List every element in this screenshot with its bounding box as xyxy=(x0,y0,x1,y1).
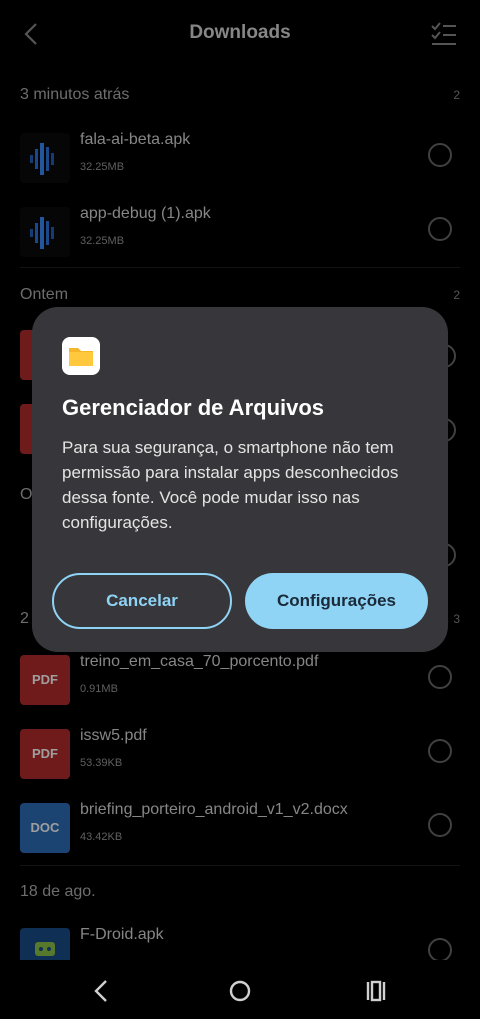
file-manager-app-icon xyxy=(62,337,100,375)
folder-icon xyxy=(69,348,93,366)
nav-recents-icon[interactable] xyxy=(362,977,390,1005)
install-blocked-dialog: Gerenciador de Arquivos Para sua seguran… xyxy=(32,307,448,652)
nav-home-icon[interactable] xyxy=(226,977,254,1005)
cancel-button[interactable]: Cancelar xyxy=(52,573,232,629)
dialog-title: Gerenciador de Arquivos xyxy=(62,395,325,420)
system-navigation-bar xyxy=(0,960,480,1019)
dialog-message: Para sua segurança, o smartphone não tem… xyxy=(62,438,399,532)
settings-button[interactable]: Configurações xyxy=(245,573,428,629)
nav-back-icon[interactable] xyxy=(88,977,116,1005)
